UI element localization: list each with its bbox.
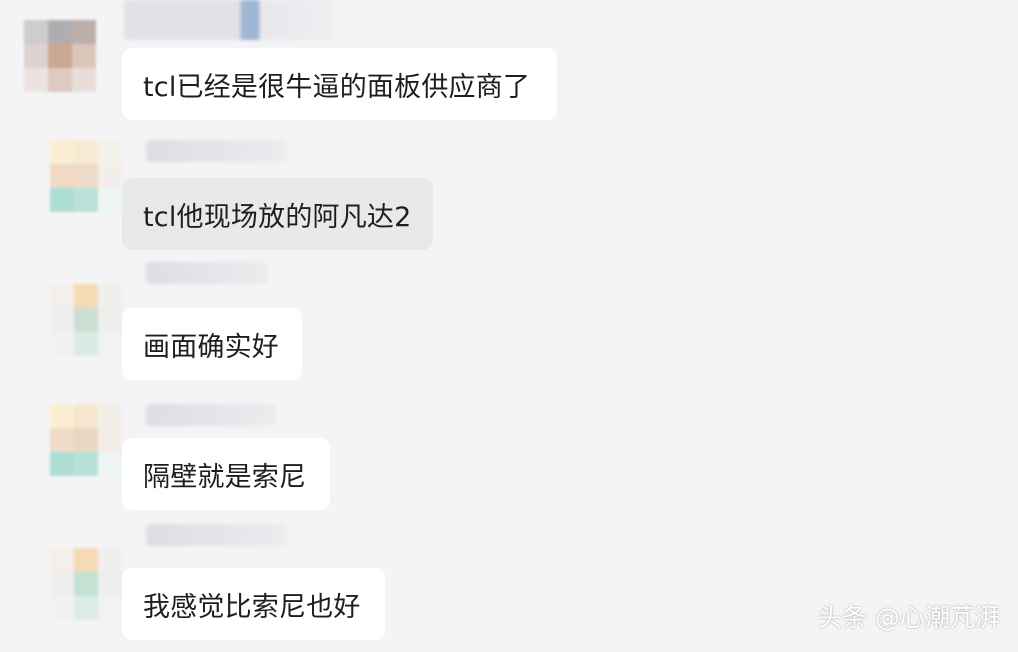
message-bubble[interactable]: 我感觉比索尼也好 (122, 568, 385, 640)
message-text: tcl已经是很牛逼的面板供应商了 (143, 71, 531, 103)
message-text: 画面确实好 (143, 331, 279, 363)
message-bubble[interactable]: tcl他现场放的阿凡达2 (122, 178, 433, 250)
chat-history: tcl已经是很牛逼的面板供应商了 tcl他现场放的阿凡达2 画面确实好 隔壁就是… (0, 0, 1018, 652)
message-text: 隔壁就是索尼 (143, 461, 307, 493)
message-bubble[interactable]: 隔壁就是索尼 (122, 438, 330, 510)
watermark: 头条 @心潮芃湃 (817, 603, 1000, 632)
avatar[interactable] (50, 140, 122, 212)
message-text: 我感觉比索尼也好 (143, 591, 361, 623)
blurred-username (146, 404, 276, 426)
blurred-username (124, 0, 334, 40)
blurred-username (146, 140, 286, 162)
message-text: tcl他现场放的阿凡达2 (143, 201, 412, 233)
avatar[interactable] (50, 284, 122, 356)
avatar[interactable] (50, 548, 122, 620)
blurred-username (146, 262, 268, 284)
blurred-username (146, 524, 286, 546)
message-bubble[interactable]: 画面确实好 (122, 308, 302, 380)
avatar[interactable] (24, 20, 96, 92)
message-bubble[interactable]: tcl已经是很牛逼的面板供应商了 (122, 48, 557, 120)
avatar[interactable] (50, 404, 122, 476)
